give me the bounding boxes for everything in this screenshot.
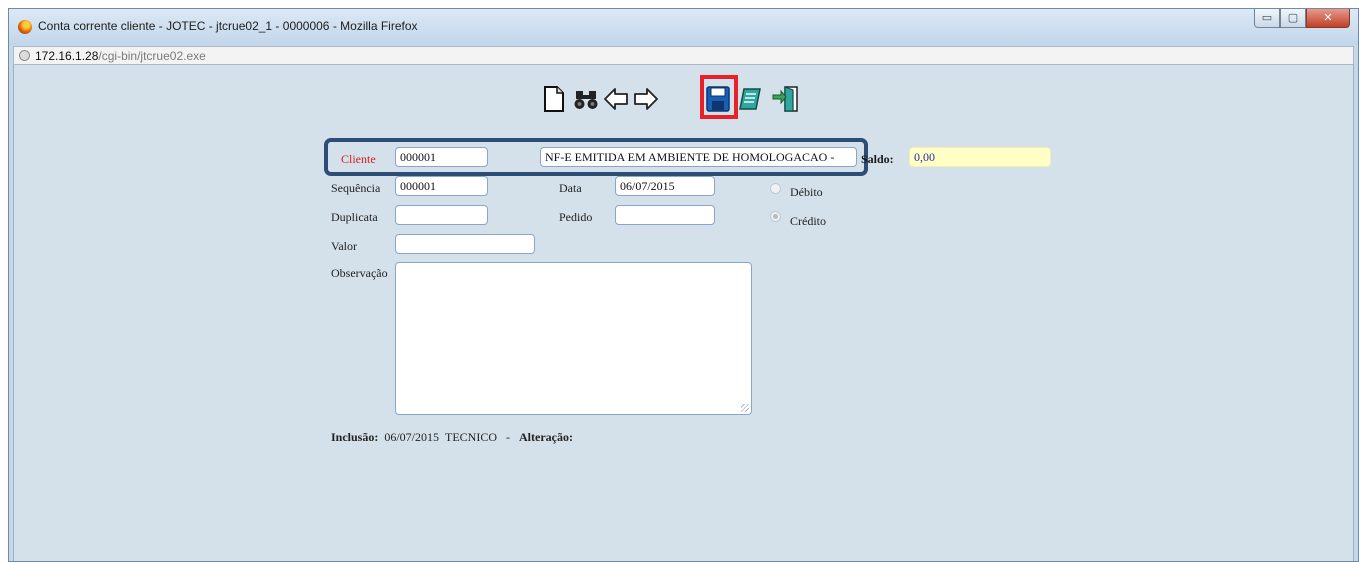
arrow-left-icon[interactable] — [603, 80, 633, 118]
url-path: /cgi-bin/jtcrue02.exe — [98, 49, 206, 63]
binoculars-search-icon[interactable] — [573, 80, 603, 118]
page-content: Cliente 000001 NF-E EMITIDA EM AMBIENTE … — [13, 65, 1354, 561]
saldo-field: 0,00 — [909, 147, 1051, 167]
duplicata-label: Duplicata — [331, 210, 378, 224]
valor-label: Valor — [331, 239, 357, 253]
duplicata-input[interactable] — [395, 205, 488, 225]
pedido-label: Pedido — [559, 210, 593, 224]
save-button-highlight — [700, 75, 738, 119]
url-host: 172.16.1.28 — [35, 49, 99, 63]
close-button[interactable]: ✕ — [1306, 9, 1350, 28]
debito-radio[interactable] — [770, 183, 781, 194]
alteracao-label: Alteração: — [519, 430, 573, 444]
firefox-icon — [18, 20, 32, 34]
credito-label: Crédito — [790, 214, 826, 228]
sequencia-label: Sequência — [331, 181, 381, 195]
saldo-label: Saldo: — [861, 152, 894, 166]
arrow-right-icon[interactable] — [633, 80, 663, 118]
cliente-label: Cliente — [341, 152, 376, 166]
url-text[interactable]: 172.16.1.28/cgi-bin/jtcrue02.exe — [35, 49, 206, 63]
maximize-button[interactable]: ▢ — [1280, 9, 1306, 28]
resize-grip-icon[interactable] — [741, 404, 749, 412]
title-bar[interactable]: Conta corrente cliente - JOTEC - jtcrue0… — [9, 9, 1358, 45]
window-controls: ▭ ▢ ✕ — [1254, 9, 1350, 29]
inclusao-user: TECNICO — [445, 430, 498, 444]
cliente-code-input[interactable]: 000001 — [395, 147, 488, 167]
new-document-icon[interactable] — [543, 80, 573, 118]
data-input[interactable]: 06/07/2015 — [615, 176, 715, 196]
data-label: Data — [559, 181, 582, 195]
observacao-textarea[interactable] — [395, 262, 752, 415]
inclusao-date: 06/07/2015 — [384, 430, 440, 444]
pedido-input[interactable] — [615, 205, 715, 225]
cliente-name-input[interactable]: NF-E EMITIDA EM AMBIENTE DE HOMOLOGACAO … — [540, 147, 857, 167]
footer-separator: - — [506, 430, 511, 444]
exit-door-icon[interactable] — [771, 80, 801, 118]
valor-input[interactable] — [395, 234, 535, 254]
edit-notepad-icon[interactable] — [738, 80, 768, 118]
address-bar[interactable]: 172.16.1.28/cgi-bin/jtcrue02.exe — [13, 46, 1354, 65]
inclusao-label: Inclusão: — [331, 430, 379, 444]
minimize-button[interactable]: ▭ — [1254, 9, 1280, 28]
globe-icon — [19, 50, 30, 61]
window-title: Conta corrente cliente - JOTEC - jtcrue0… — [38, 19, 418, 33]
audit-footer: Inclusão: 06/07/2015 TECNICO - Alteração… — [331, 430, 573, 445]
debito-label: Débito — [790, 185, 823, 199]
observacao-label: Observação — [331, 266, 388, 280]
credito-radio[interactable] — [770, 211, 781, 222]
browser-window: Conta corrente cliente - JOTEC - jtcrue0… — [8, 8, 1359, 562]
sequencia-input[interactable]: 000001 — [395, 176, 488, 196]
